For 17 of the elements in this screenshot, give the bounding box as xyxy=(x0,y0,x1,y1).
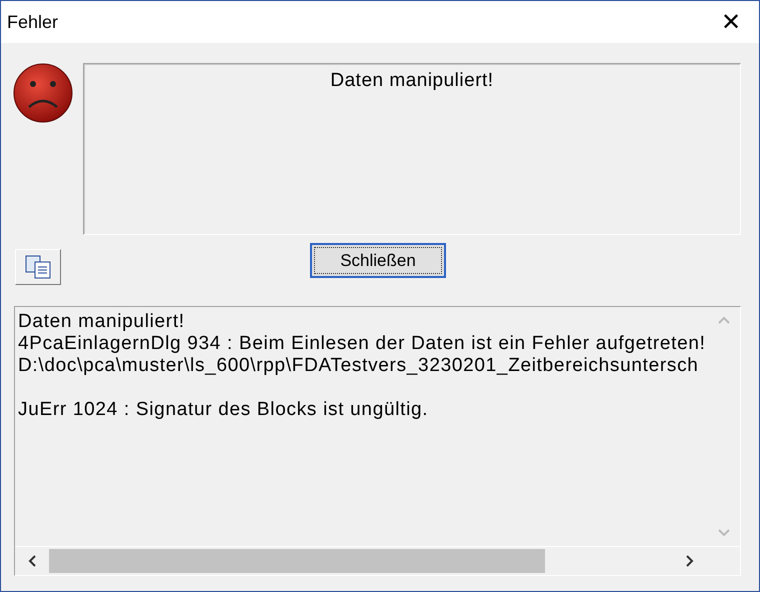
detail-line: D:\doc\pca\muster\ls_600\rpp\FDATestvers_3230201_Zeitbereichsuntersch xyxy=(18,355,699,377)
close-button[interactable]: ✕ xyxy=(703,1,759,43)
copy-button[interactable] xyxy=(15,248,61,284)
detail-line: JuErr 1024 : Signatur des Blocks ist ungültig. xyxy=(18,399,428,421)
close-dialog-button[interactable]: Schließen xyxy=(310,243,446,278)
copy-icon xyxy=(23,254,53,280)
detail-line: Daten manipuliert! xyxy=(18,311,185,333)
window-title: Fehler xyxy=(7,12,58,32)
scroll-right-icon[interactable] xyxy=(685,554,695,568)
horizontal-scrollbar[interactable] xyxy=(15,546,740,575)
sad-face-icon xyxy=(13,63,73,123)
scroll-left-icon[interactable] xyxy=(27,554,37,568)
detail-line: 4PcaEinlagernDlg 934 : Beim Einlesen der Daten ist ein Fehler aufgetreten! xyxy=(18,333,706,355)
message-text: Daten manipuliert! xyxy=(330,70,494,92)
scroll-up-icon[interactable] xyxy=(716,315,730,325)
scrollbar-thumb[interactable] xyxy=(49,549,545,573)
scroll-down-icon[interactable] xyxy=(716,528,730,538)
